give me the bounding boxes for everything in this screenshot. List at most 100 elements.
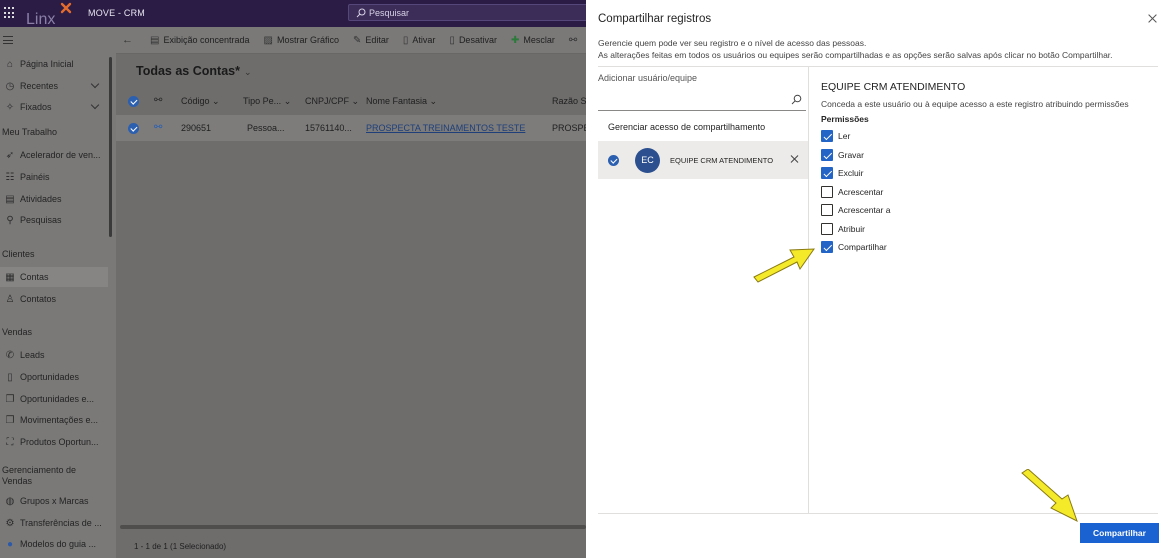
add-user-input[interactable] (598, 89, 806, 111)
app-launcher-icon[interactable] (4, 7, 16, 19)
row-checkbox[interactable] (128, 123, 139, 134)
checkbox[interactable] (821, 167, 833, 179)
hierarchy-icon[interactable]: ⚯ (154, 122, 162, 133)
activate-button[interactable]: ▯ Ativar (403, 35, 436, 46)
chevron-down-icon[interactable] (90, 100, 100, 110)
sidebar-item-activities[interactable]: ▤ Atividades (0, 189, 108, 209)
back-arrow-icon[interactable]: ← (122, 34, 136, 46)
command-label: Mostrar Gráfico (276, 35, 339, 45)
checkbox[interactable] (821, 241, 833, 253)
sidebar-item-movements[interactable]: ❐ Movimentações e... (0, 410, 108, 430)
sidebar-item-contacts[interactable]: ♙ Contatos (0, 289, 108, 309)
pin-icon: ✧ (5, 101, 15, 113)
permission-append[interactable]: Acrescentar (821, 185, 883, 199)
permission-append-to[interactable]: Acrescentar a (821, 203, 890, 217)
sidebar-item-dashboards[interactable]: ☷ Painéis (0, 167, 108, 187)
permission-delete[interactable]: Excluir (821, 166, 864, 180)
sidebar: ⌂ Página Inicial ◷ Recentes ✧ Fixados Me… (0, 27, 116, 558)
edit-button[interactable]: ✎ Editar (353, 35, 389, 46)
sidebar-item-opportunities[interactable]: ▯ Oportunidades (0, 367, 108, 387)
search-icon (356, 8, 366, 18)
command-bar: ← ▤ Exibição concentrada ▨ Mostrar Gráfico… (116, 27, 586, 54)
checkbox[interactable] (821, 130, 833, 142)
sidebar-item-guide-models[interactable]: ● Modelos do guia ... (0, 534, 108, 554)
sidebar-scrollbar[interactable] (109, 57, 112, 237)
document-icon: ▯ (449, 34, 455, 46)
grid-header: ⚯ Código ⌄ Tipo Pe... ⌄ CNPJ/CPF ⌄ Nome … (116, 90, 594, 112)
sidebar-item-searches[interactable]: ⚲ Pesquisas (0, 210, 108, 230)
main-area: ← ▤ Exibição concentrada ▨ Mostrar Gráfico… (116, 27, 596, 558)
home-icon: ⌂ (6, 58, 14, 70)
cell-nome-fantasia-link[interactable]: PROSPECTA TREINAMENTOS TESTE (366, 123, 525, 133)
hamburger-icon[interactable] (3, 36, 13, 44)
chevron-down-icon: ⌄ (243, 67, 252, 77)
sidebar-item-home[interactable]: ⌂ Página Inicial (0, 54, 108, 74)
annotation-arrow-icon (1021, 469, 1078, 522)
sidebar-item-opportunities-2[interactable]: ❐ Oportunidades e... (0, 389, 108, 409)
close-icon[interactable] (1147, 13, 1159, 25)
merge-icon: ✚ (510, 34, 520, 46)
annotation-arrow-icon (753, 248, 815, 283)
deactivate-button[interactable]: ▯ Desativar (449, 35, 497, 46)
sidebar-item-groups-brands[interactable]: ◍ Grupos x Marcas (0, 491, 108, 511)
column-header-cnpj[interactable]: CNPJ/CPF ⌄ (305, 96, 359, 107)
permission-assign[interactable]: Atribuir (821, 222, 865, 236)
sidebar-item-accounts[interactable]: ▦ Contas (0, 267, 108, 287)
hierarchy-button[interactable]: ⚯ (569, 35, 581, 46)
sidebar-item-label: Leads (20, 350, 45, 360)
column-header-tipo[interactable]: Tipo Pe... ⌄ (243, 96, 291, 107)
sidebar-item-sales-accelerator[interactable]: ➶ Acelerador de ven... (0, 145, 108, 165)
show-chart-button[interactable]: ▨ Mostrar Gráfico (264, 35, 339, 46)
sidebar-item-label: Modelos do guia ... (20, 539, 97, 549)
table-row[interactable]: ⚯ 290651 Pessoa... 15761140... PROSPECTA… (116, 115, 596, 141)
panel-title: Compartilhar registros (598, 13, 712, 25)
avatar: EC (635, 148, 660, 173)
cell-tipo: Pessoa... (247, 123, 285, 133)
sidebar-item-pinned[interactable]: ✧ Fixados (0, 97, 108, 117)
building-icon: ▦ (5, 271, 15, 283)
chevron-down-icon[interactable] (90, 79, 100, 89)
checkbox-label: Excluir (838, 168, 864, 178)
linx-logo: Linx (26, 2, 72, 26)
focused-view-button[interactable]: ▤ Exibição concentrada (150, 35, 250, 46)
document-icon: ▯ (7, 371, 13, 383)
section-title: Vendas (2, 327, 33, 337)
permission-read[interactable]: Ler (821, 129, 850, 143)
sidebar-item-products[interactable]: ⛶ Produtos Oportun... (0, 432, 108, 452)
horizontal-scrollbar[interactable] (120, 525, 586, 529)
description-line: Gerencie quem pode ver seu registro e o … (598, 38, 867, 48)
checkbox[interactable] (821, 223, 833, 235)
checkbox[interactable] (821, 186, 833, 198)
search-icon[interactable] (791, 94, 802, 105)
permission-team-title: EQUIPE CRM ATENDIMENTO (821, 81, 966, 93)
command-label: Mesclar (523, 35, 555, 45)
view-selector[interactable]: Todas as Contas* ⌄ (136, 64, 252, 78)
sidebar-item-label: Atividades (20, 194, 62, 204)
phone-icon: ✆ (5, 349, 15, 361)
column-header-nome-fantasia[interactable]: Nome Fantasia ⌄ (366, 96, 437, 107)
merge-button[interactable]: ✚ Mesclar (511, 35, 555, 46)
chart-icon: ▨ (263, 34, 273, 46)
sidebar-item-leads[interactable]: ✆ Leads (0, 345, 108, 365)
permission-write[interactable]: Gravar (821, 148, 864, 162)
divider (808, 67, 809, 514)
share-button[interactable]: Compartilhar (1080, 523, 1159, 543)
remove-icon[interactable] (789, 154, 799, 164)
search-placeholder: Pesquisar (369, 8, 410, 18)
section-title: Gerenciamento de Vendas (2, 465, 77, 486)
clipboard-icon: ▤ (5, 193, 15, 205)
sidebar-item-label: Oportunidades (20, 372, 80, 382)
checkbox[interactable] (821, 204, 833, 216)
record-count: 1 - 1 de 1 (1 Selecionado) (134, 542, 227, 551)
sidebar-item-transfers[interactable]: ⚙ Transferências de ... (0, 513, 108, 533)
team-name: EQUIPE CRM ATENDIMENTO (670, 156, 774, 165)
sidebar-item-recent[interactable]: ◷ Recentes (0, 76, 108, 96)
sidebar-item-label: Oportunidades e... (20, 394, 95, 404)
team-selected-checkbox[interactable] (608, 155, 619, 166)
search-box[interactable]: Pesquisar (348, 4, 608, 21)
column-header-codigo[interactable]: Código ⌄ (181, 96, 220, 107)
team-list-item[interactable]: EC EQUIPE CRM ATENDIMENTO (598, 141, 808, 179)
select-all-checkbox[interactable] (128, 96, 139, 107)
permission-share[interactable]: Compartilhar (821, 240, 887, 254)
checkbox[interactable] (821, 149, 833, 161)
